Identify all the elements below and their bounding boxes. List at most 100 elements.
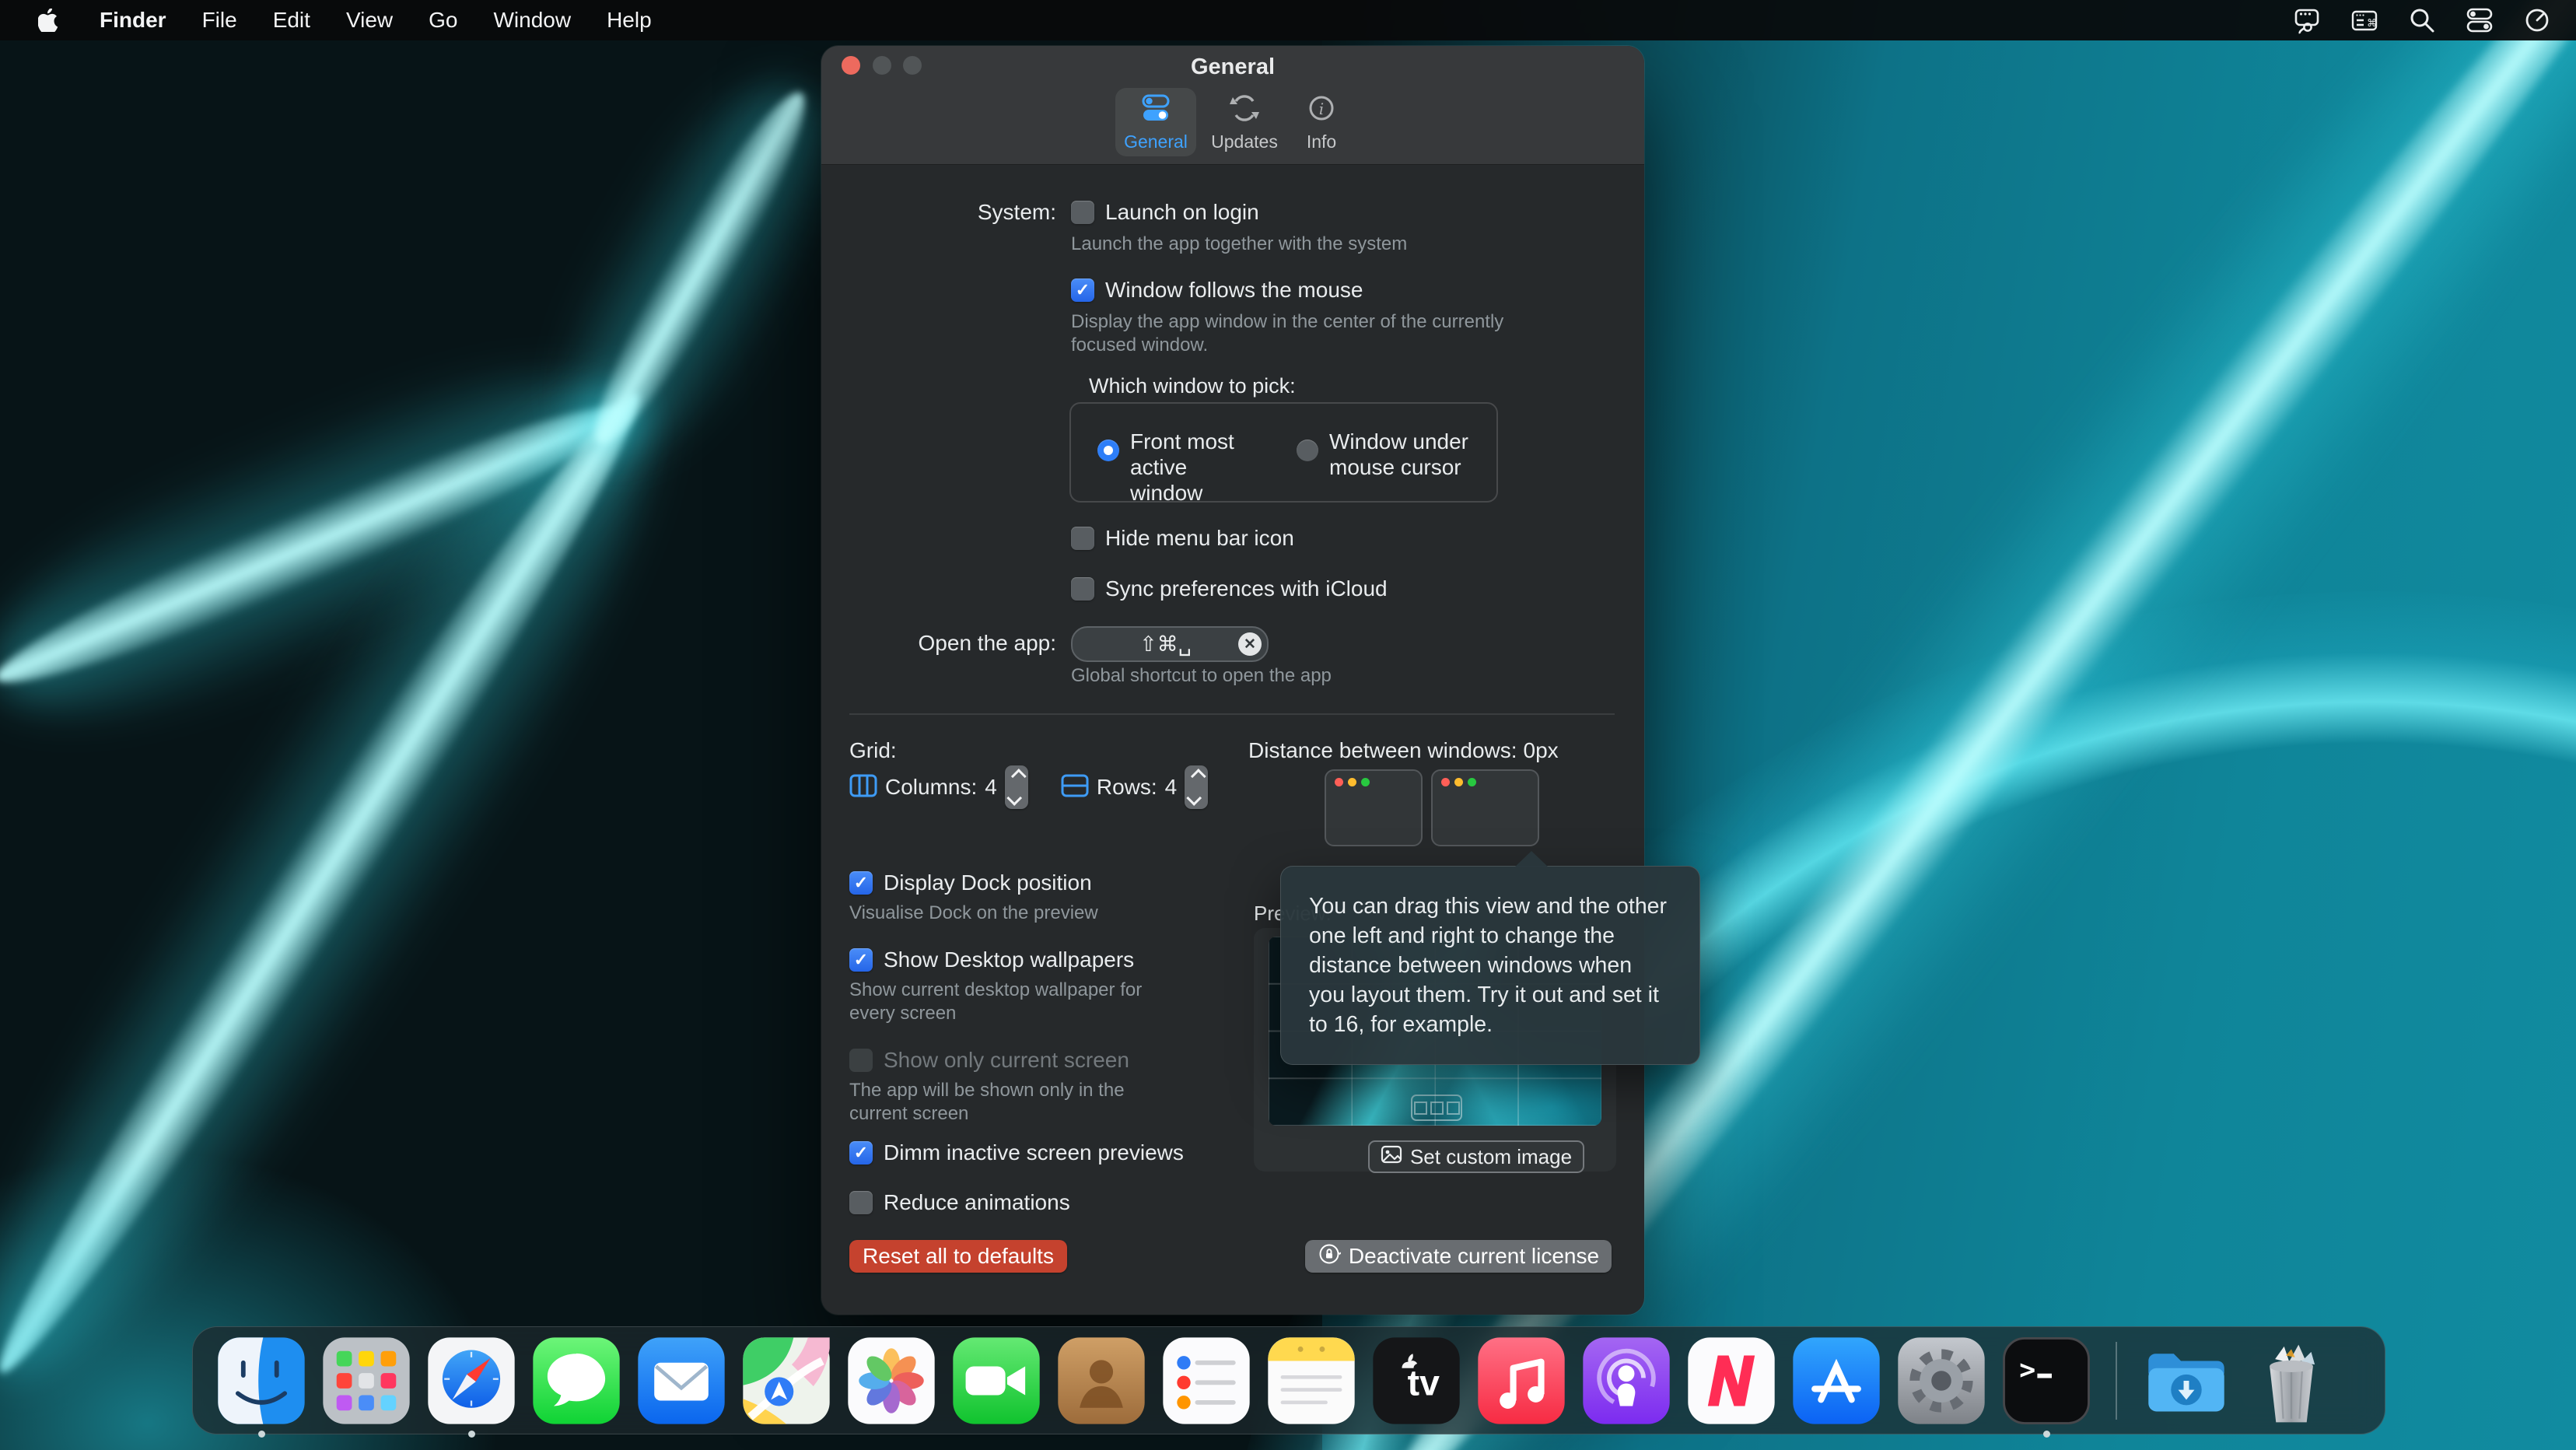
show-wallpapers-checkbox[interactable]	[849, 948, 873, 972]
set-custom-image-label: Set custom image	[1410, 1145, 1572, 1169]
desktop: Finder File Edit View Go Window Help	[0, 0, 2576, 1450]
apple-menu-icon[interactable]	[33, 5, 64, 36]
keyboard-shortcut-icon[interactable]: ⌘	[2349, 5, 2380, 36]
columns-stepper[interactable]	[1005, 765, 1028, 809]
hide-menu-bar-checkbox[interactable]	[1071, 527, 1094, 550]
svg-text:i: i	[1319, 100, 1324, 118]
menu-view[interactable]: View	[346, 8, 393, 33]
info-icon: i	[1304, 92, 1339, 128]
system-section-label: System:	[978, 200, 1056, 225]
show-wallpapers-label: Show Desktop wallpapers	[884, 947, 1134, 972]
window-follows-sub: Display the app window in the center of …	[1071, 310, 1530, 357]
app-menu-finder[interactable]: Finder	[100, 8, 166, 33]
window-header: General General	[821, 46, 1644, 165]
front-most-radio[interactable]	[1097, 440, 1119, 461]
finder-icon	[216, 1336, 306, 1426]
dock-item-notes[interactable]	[1266, 1336, 1356, 1426]
launch-on-login-sub: Launch the app together with the system	[1071, 233, 1407, 256]
menu-help[interactable]: Help	[607, 8, 652, 33]
menu-file[interactable]: File	[202, 8, 237, 33]
spotlight-search-icon[interactable]	[2406, 5, 2438, 36]
window-under-option[interactable]: Window under mouse cursor	[1297, 429, 1477, 480]
terminal-icon: >	[2001, 1336, 2091, 1426]
tab-updates[interactable]: Updates	[1204, 88, 1285, 156]
rows-value: 4	[1165, 775, 1178, 800]
safari-icon	[426, 1336, 516, 1426]
dock-item-reminders[interactable]	[1161, 1336, 1251, 1426]
contacts-icon	[1056, 1336, 1146, 1426]
dimm-inactive-checkbox[interactable]	[849, 1141, 873, 1165]
clock-icon[interactable]	[2522, 5, 2553, 36]
open-app-label: Open the app:	[919, 631, 1056, 656]
dock-item-tv[interactable]: tv	[1371, 1336, 1461, 1426]
control-center-icon[interactable]	[2464, 5, 2495, 36]
dock-item-launchpad[interactable]	[321, 1336, 411, 1426]
deactivate-license-label: Deactivate current license	[1349, 1244, 1599, 1269]
dock-item-podcasts[interactable]	[1581, 1336, 1671, 1426]
menu-edit[interactable]: Edit	[273, 8, 310, 33]
reduce-animations-row: Reduce animations	[849, 1190, 1070, 1215]
distance-preview-left-window[interactable]	[1325, 769, 1423, 846]
dock-item-photos[interactable]	[846, 1336, 936, 1426]
menu-window[interactable]: Window	[493, 8, 571, 33]
launch-on-login-checkbox[interactable]	[1071, 201, 1094, 224]
dock-item-facetime[interactable]	[951, 1336, 1041, 1426]
deactivate-license-button[interactable]: Deactivate current license	[1305, 1240, 1612, 1273]
show-wallpapers-sub: Show current desktop wallpaper for every…	[849, 979, 1168, 1025]
display-dock-checkbox[interactable]	[849, 871, 873, 895]
front-most-label: Front most active window	[1130, 429, 1255, 506]
tab-label: Info	[1307, 131, 1336, 152]
news-icon	[1686, 1336, 1776, 1426]
shortcut-field[interactable]: ⇧⌘␣ ✕	[1071, 626, 1269, 662]
distance-label-row: Distance between windows: 0px	[1248, 738, 1559, 763]
dock-item-messages[interactable]	[531, 1336, 621, 1426]
tab-label: General	[1124, 131, 1188, 152]
open-app-sub: Global shortcut to open the app	[1071, 664, 1332, 688]
show-only-current-label: Show only current screen	[884, 1048, 1129, 1073]
window-under-radio[interactable]	[1297, 440, 1318, 461]
launchpad-icon	[321, 1336, 411, 1426]
tab-general[interactable]: General	[1115, 88, 1196, 156]
dock-item-safari[interactable]	[426, 1336, 516, 1426]
dock-item-system-preferences[interactable]	[1896, 1336, 1986, 1426]
rows-stepper[interactable]	[1185, 765, 1208, 809]
dock-item-music[interactable]	[1476, 1336, 1566, 1426]
app-window-mouse-icon[interactable]	[2291, 5, 2322, 36]
sync-icloud-label: Sync preferences with iCloud	[1105, 576, 1388, 601]
window-under-label: Window under mouse cursor	[1329, 429, 1477, 480]
system-preferences-icon	[1896, 1336, 1986, 1426]
reset-defaults-button[interactable]: Reset all to defaults	[849, 1240, 1067, 1273]
dock-item-mail[interactable]	[636, 1336, 726, 1426]
distance-label: Distance between windows:	[1248, 738, 1517, 763]
window-follows-checkbox[interactable]	[1071, 278, 1094, 302]
dock-item-contacts[interactable]	[1056, 1336, 1146, 1426]
tab-label: Updates	[1211, 131, 1278, 152]
reduce-animations-checkbox[interactable]	[849, 1191, 873, 1214]
dock-item-finder[interactable]	[216, 1336, 306, 1426]
dock-item-trash[interactable]	[2246, 1336, 2336, 1426]
grid-section-label: Grid:	[849, 738, 897, 763]
tab-info[interactable]: i Info	[1293, 88, 1350, 156]
dock-item-maps[interactable]	[741, 1336, 831, 1426]
front-most-option[interactable]: Front most active window	[1097, 429, 1255, 506]
dock-item-downloads[interactable]	[2141, 1336, 2231, 1426]
launch-on-login-label: Launch on login	[1105, 200, 1259, 225]
tv-icon: tv	[1371, 1336, 1461, 1426]
which-window-label: Which window to pick:	[1089, 374, 1296, 398]
columns-icon	[849, 774, 877, 801]
menu-go[interactable]: Go	[429, 8, 457, 33]
set-custom-image-button[interactable]: Set custom image	[1368, 1140, 1584, 1173]
dock-item-news[interactable]	[1686, 1336, 1776, 1426]
dock-item-app-store[interactable]	[1791, 1336, 1881, 1426]
sync-icloud-row: Sync preferences with iCloud	[1071, 576, 1388, 601]
dock-item-terminal[interactable]: >	[2001, 1336, 2091, 1426]
sync-icloud-checkbox[interactable]	[1071, 577, 1094, 601]
reminders-icon	[1161, 1336, 1251, 1426]
toolbar-tabs: General Updates i	[821, 88, 1644, 156]
distance-preview-right-window[interactable]	[1431, 769, 1539, 846]
reset-defaults-label: Reset all to defaults	[863, 1244, 1054, 1269]
clear-shortcut-icon[interactable]: ✕	[1238, 632, 1262, 656]
dock-position-indicator	[1411, 1095, 1462, 1121]
image-icon	[1381, 1145, 1402, 1169]
display-dock-label: Display Dock position	[884, 870, 1092, 895]
